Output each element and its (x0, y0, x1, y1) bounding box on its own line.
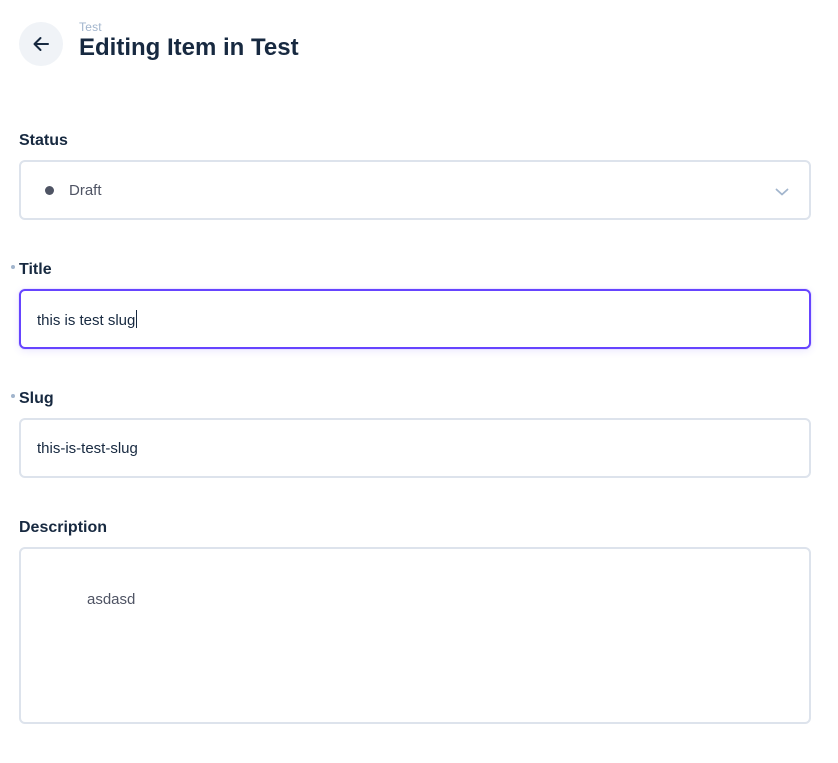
status-label: Status (19, 132, 68, 149)
status-select[interactable]: Draft (19, 160, 811, 220)
slug-label: Slug (11, 389, 54, 409)
title-label: Title (11, 260, 52, 280)
title-input[interactable]: this is test slug (19, 289, 811, 349)
status-value: Draft (69, 182, 102, 199)
status-dot (45, 186, 54, 195)
slug-input-value[interactable]: this-is-test-slug (37, 439, 138, 459)
back-button[interactable] (19, 22, 63, 66)
title-group: Test Editing Item in Test (79, 20, 299, 62)
chevron-down-icon[interactable] (775, 184, 789, 202)
arrow-left-icon (31, 34, 51, 54)
title-input-value[interactable]: this is test slug (37, 310, 138, 331)
page-title: Editing Item in Test (79, 34, 299, 61)
description-label: Description (19, 519, 108, 536)
required-indicator (11, 394, 15, 398)
required-indicator (11, 265, 15, 269)
description-value[interactable]: asdasd (87, 591, 135, 608)
title-value-text: this is test slug (37, 312, 136, 329)
page-header: Test Editing Item in Test (19, 19, 299, 69)
slug-label-text: Slug (19, 390, 54, 407)
title-label-text: Title (19, 261, 52, 278)
description-textarea[interactable]: asdasd (19, 547, 811, 724)
text-caret (136, 310, 138, 328)
breadcrumb[interactable]: Test (79, 20, 299, 34)
slug-input[interactable]: this-is-test-slug (19, 418, 811, 478)
